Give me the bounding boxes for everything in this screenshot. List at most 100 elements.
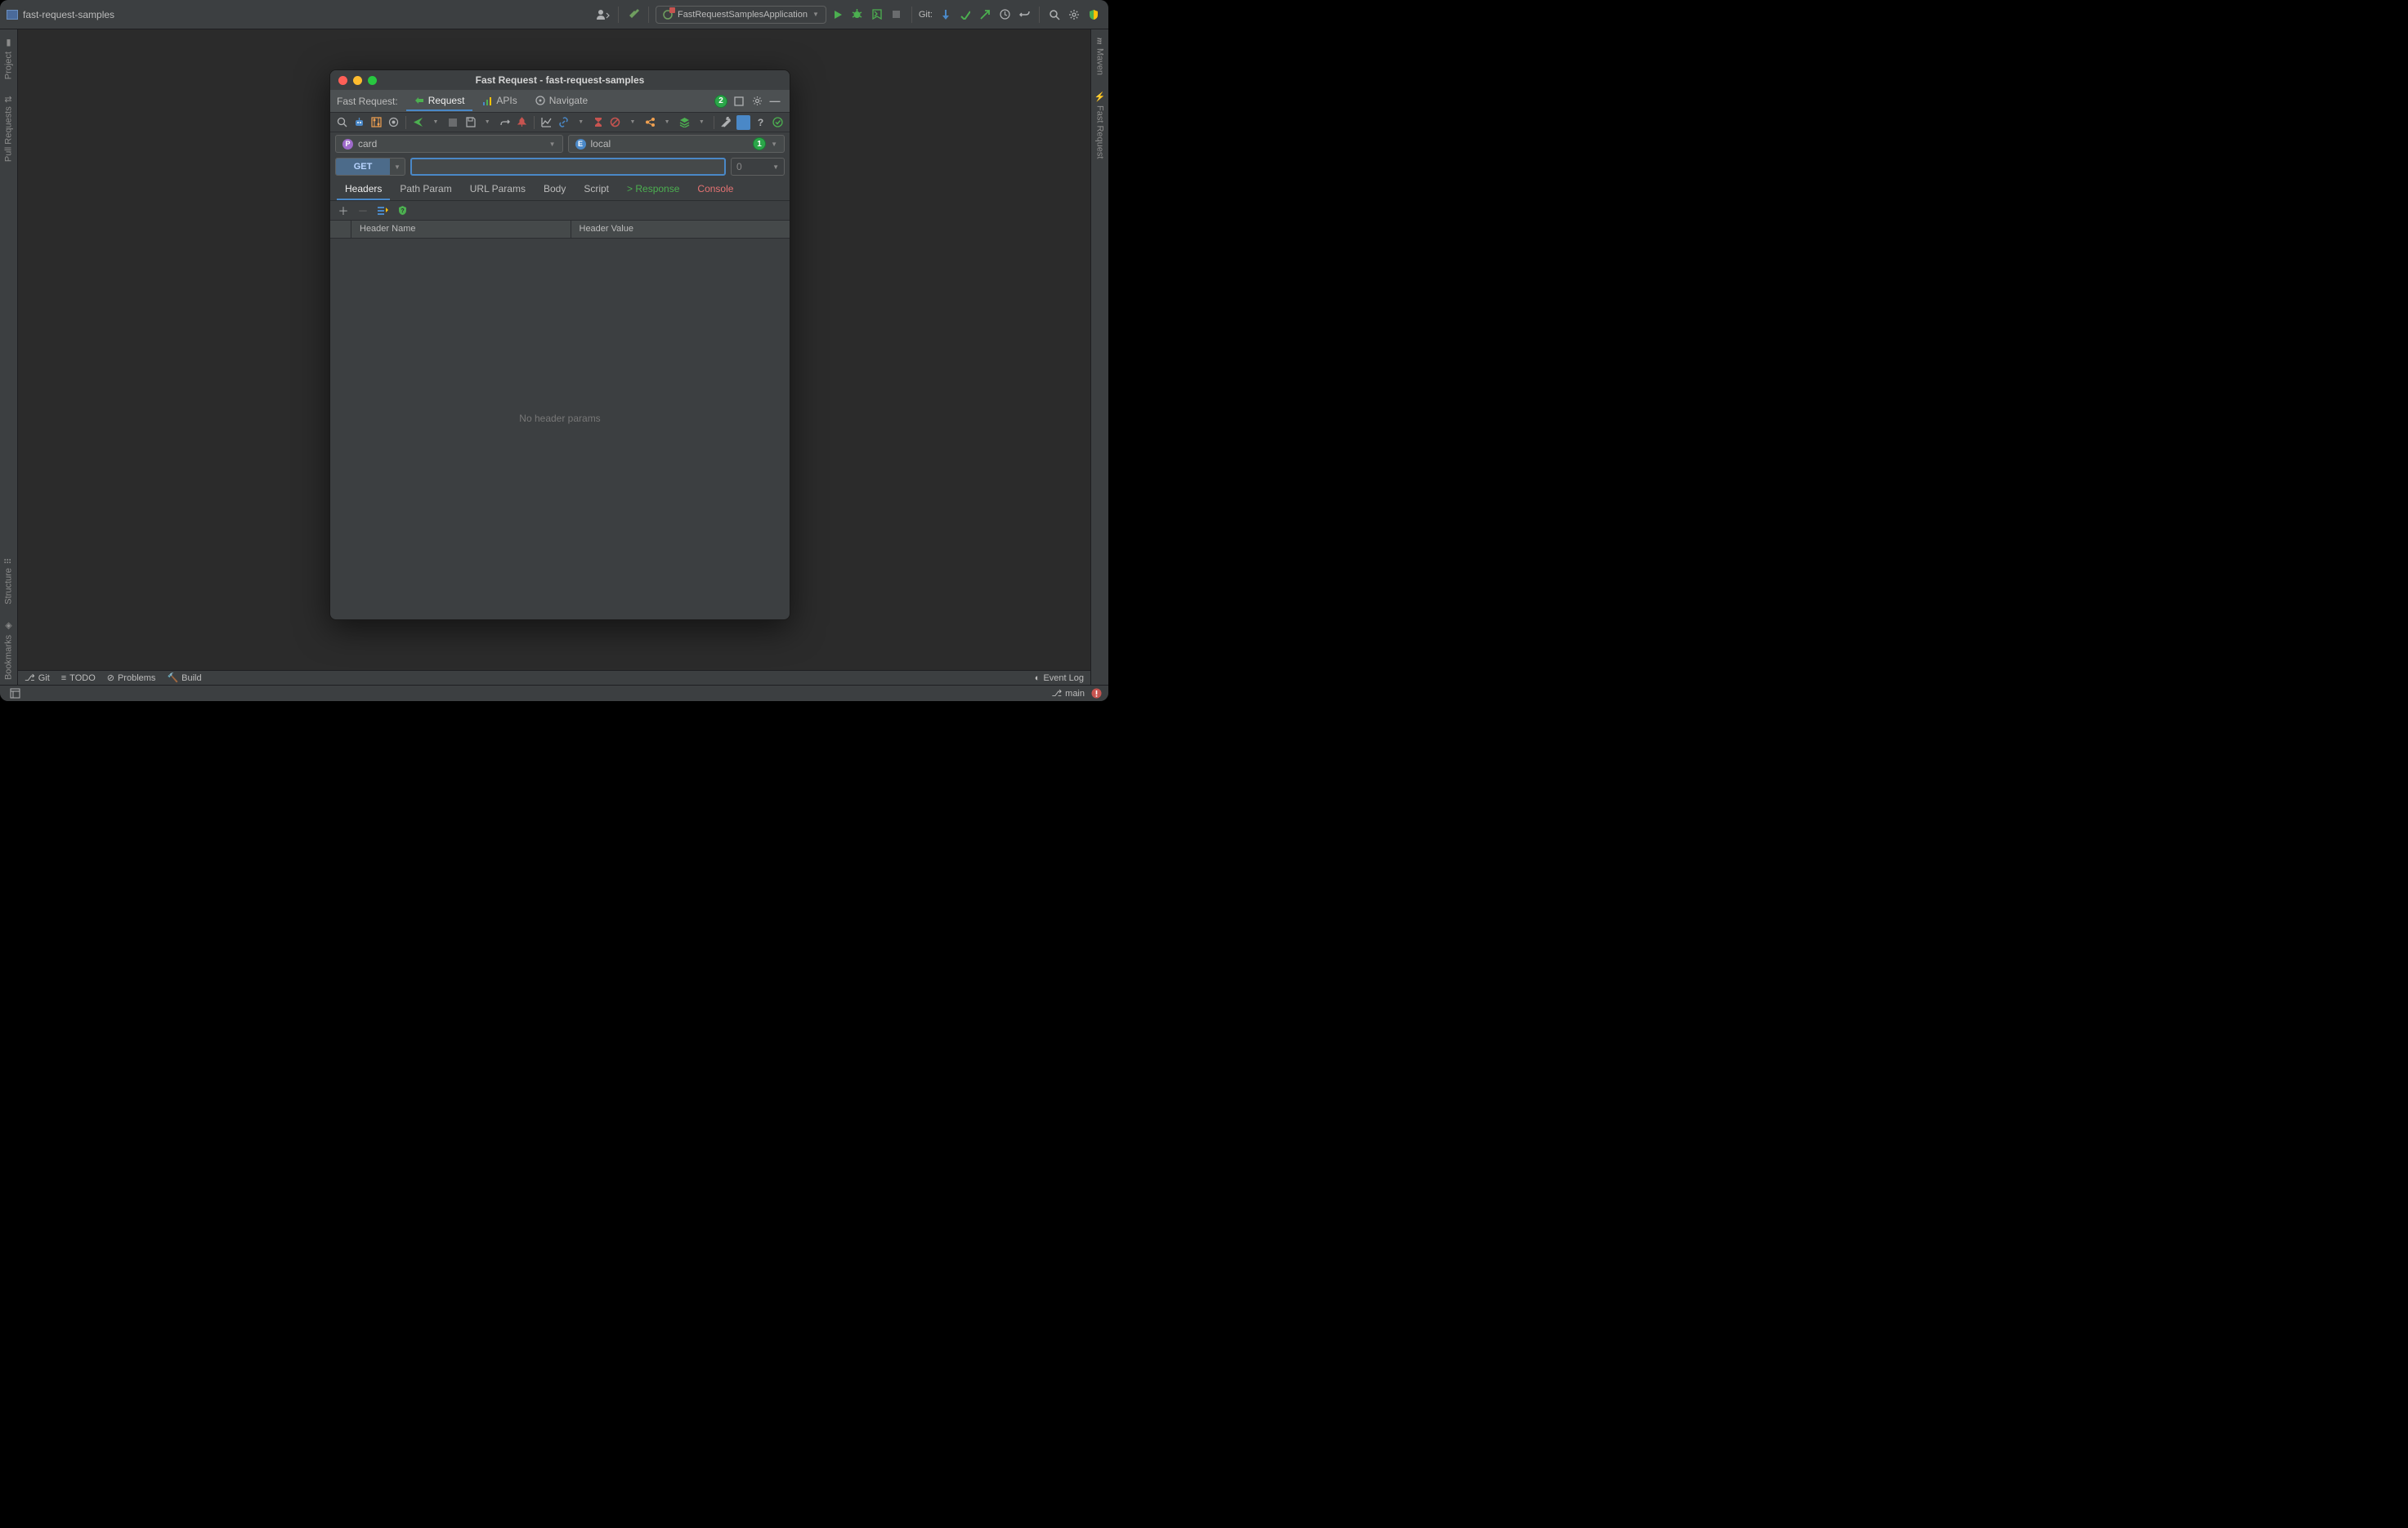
subtab-headers[interactable]: Headers [337,179,390,200]
gutter-structure[interactable]: Structure ⠿ [0,553,17,610]
user-icon[interactable] [595,7,611,23]
pin-icon[interactable] [515,115,529,130]
git-commit-icon[interactable] [957,7,973,23]
send-icon[interactable] [411,115,425,130]
minimize-button[interactable] [353,76,362,85]
header-value-column[interactable]: Header Value [571,221,790,238]
gutter-pull-requests[interactable]: Pull Requests ⇅ [0,91,17,167]
subtab-path-param[interactable]: Path Param [392,179,459,200]
gutter-fast-request[interactable]: ⚡ Fast Request [1091,87,1108,164]
layers-icon[interactable] [678,115,692,130]
gear-icon[interactable] [749,93,765,109]
git-update-icon[interactable] [938,7,954,23]
notification-badge[interactable]: 2 [714,95,727,108]
chevron-down-icon[interactable]: ▼ [428,115,442,130]
bottom-problems[interactable]: ⊘ Problems [107,672,156,683]
chart-icon[interactable] [539,115,553,130]
redo-icon[interactable] [498,115,512,130]
popup-titlebar[interactable]: Fast Request - fast-request-samples [330,70,790,90]
git-push-icon[interactable] [977,7,993,23]
run-config-selector[interactable]: FastRequestSamplesApplication ▼ [656,6,826,24]
project-selector[interactable]: P card ▼ [335,135,563,153]
search-icon[interactable] [335,115,349,130]
hide-icon[interactable]: — [767,93,783,109]
hourglass-icon[interactable] [591,115,605,130]
stop-icon[interactable] [446,115,460,130]
tool-windows-icon[interactable] [7,686,23,702]
subtab-body[interactable]: Body [535,179,574,200]
stop-icon[interactable] [888,7,905,23]
save-icon[interactable] [463,115,477,130]
check-icon[interactable] [771,115,785,130]
project-name: fast-request-samples [23,9,114,20]
tabbar-label: Fast Request: [337,96,398,107]
checkbox-column[interactable] [330,221,351,238]
bottom-git[interactable]: ⎇ Git [25,672,50,683]
gutter-bookmarks[interactable]: Bookmarks ◈ [0,616,17,685]
error-indicator[interactable] [1091,688,1102,699]
shield-icon[interactable] [1085,7,1102,23]
history-icon[interactable] [996,7,1013,23]
method-selector[interactable]: GET ▼ [335,158,405,176]
subtab-script[interactable]: Script [575,179,617,200]
maximize-button[interactable] [368,76,377,85]
chevron-down-icon[interactable]: ▼ [574,115,588,130]
url-input[interactable] [410,158,726,176]
settings-toggle-icon[interactable] [369,115,383,130]
hammer-icon[interactable] [625,7,642,23]
search-icon[interactable] [1046,7,1063,23]
chevron-down-icon[interactable]: ▼ [660,115,674,130]
chevron-down-icon[interactable]: ▼ [625,115,639,130]
link-icon[interactable] [557,115,571,130]
add-icon[interactable]: ＋ [337,204,350,217]
flag-icon[interactable] [736,115,750,130]
warning-icon: ⊘ [107,672,114,683]
settings-icon[interactable] [1066,7,1082,23]
folder-icon: ▮ [3,38,14,48]
bottom-build[interactable]: 🔨 Build [167,672,201,683]
help-icon[interactable]: ? [754,115,768,130]
branch-icon: ⎇ [25,672,35,683]
debug-icon[interactable] [849,7,866,23]
chevron-down-icon[interactable]: ▼ [481,115,495,130]
env-selector[interactable]: E local 1 ▼ [568,135,785,153]
chevron-down-icon[interactable]: ▼ [695,115,709,130]
target-icon[interactable] [387,115,401,130]
left-tool-gutter: Project ▮ Pull Requests ⇅ Structure ⠿ Bo… [0,29,18,685]
right-tool-gutter: m Maven ⚡ Fast Request [1090,29,1108,685]
bottom-event-log[interactable]: ◐ Event Log [1035,673,1084,683]
subtab-response[interactable]: > Response [619,179,687,200]
bottom-tool-bar: ⎇ Git ≡ TODO ⊘ Problems 🔨 Build ◐ Event … [18,670,1090,685]
subtab-console[interactable]: Console [689,179,741,200]
popup-title: Fast Request - fast-request-samples [330,74,790,86]
git-label: Git: [919,10,933,20]
count-box[interactable]: 0 ▼ [731,158,785,176]
ide-window: fast-request-samples FastRequestSamplesA… [0,0,1108,701]
apis-icon [482,96,492,105]
tab-request[interactable]: Request [406,92,473,111]
gutter-project[interactable]: Project ▮ [0,33,17,84]
headers-table-header: Header Name Header Value [330,221,790,239]
close-button[interactable] [338,76,347,85]
shield-icon[interactable]: ? [396,204,409,217]
status-bar: ⎇ main [0,685,1108,701]
remove-icon[interactable]: － [356,204,369,217]
tab-apis[interactable]: APIs [474,92,525,111]
branch-indicator[interactable]: ⎇ main [1051,688,1085,699]
request-icon [414,96,424,105]
header-name-column[interactable]: Header Name [351,221,571,238]
forbidden-icon[interactable] [608,115,622,130]
robot-icon[interactable] [352,115,366,130]
coverage-icon[interactable] [869,7,885,23]
group-icon[interactable] [376,204,389,217]
run-icon[interactable] [830,7,846,23]
subtab-url-params[interactable]: URL Params [462,179,534,200]
gutter-maven[interactable]: m Maven [1091,33,1108,80]
rollback-icon[interactable] [1016,7,1032,23]
wrench-icon[interactable] [719,115,733,130]
window-mode-icon[interactable] [731,93,747,109]
fast-request-popup: Fast Request - fast-request-samples Fast… [329,69,790,620]
bottom-todo[interactable]: ≡ TODO [61,673,96,683]
tab-navigate[interactable]: Navigate [527,92,596,111]
share-icon[interactable] [643,115,657,130]
